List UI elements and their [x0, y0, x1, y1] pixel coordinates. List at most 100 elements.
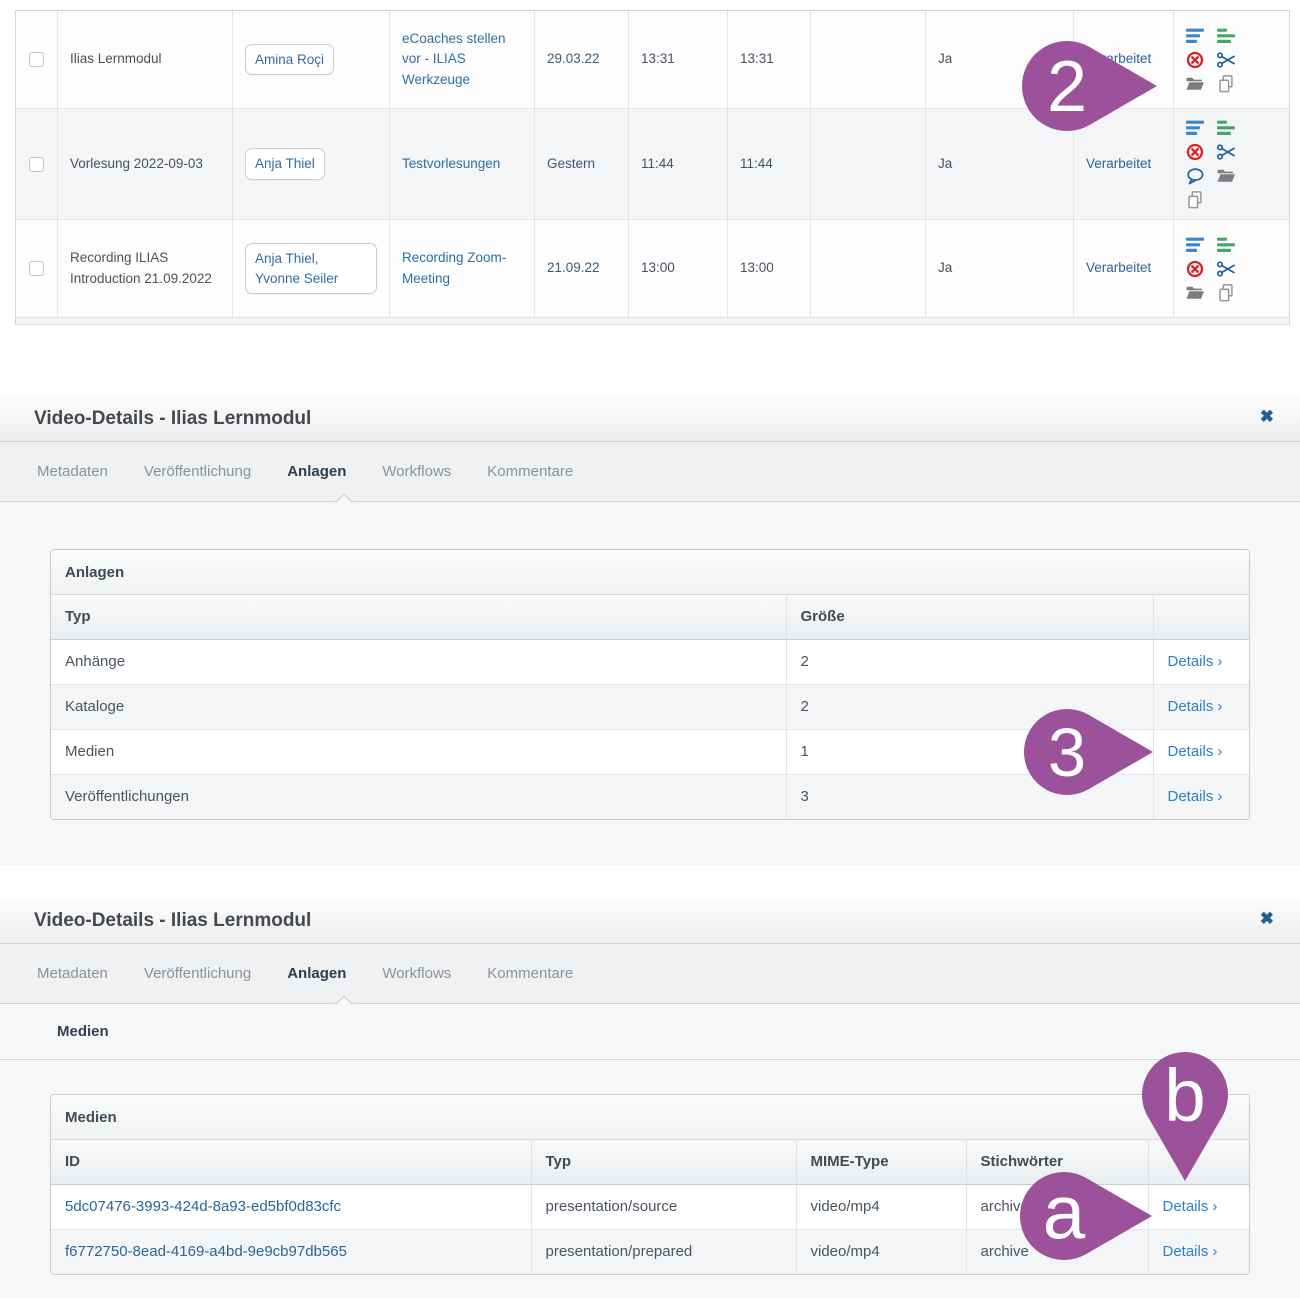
cutoff-row	[16, 318, 1289, 324]
close-icon[interactable]: ✖	[1260, 408, 1274, 425]
tab-veroeffentlichung[interactable]: Veröffentlichung	[126, 442, 269, 501]
row-checkbox-cell	[16, 220, 58, 317]
end-time: 11:44	[728, 109, 811, 219]
published-flag: Ja	[926, 11, 1074, 108]
typ-cell: Veröffentlichungen	[51, 774, 786, 819]
presenter-chip: Anja Thiel, Yvonne Seiler	[245, 243, 377, 294]
presenter-chip: Amina Roçi	[245, 44, 334, 76]
publish-icon[interactable]	[1217, 119, 1235, 137]
tab-kommentare[interactable]: Kommentare	[469, 442, 591, 501]
groesse-cell: 2	[786, 684, 1153, 729]
close-icon[interactable]: ✖	[1260, 910, 1274, 927]
details-link-media-2[interactable]: Details›	[1163, 1243, 1218, 1260]
tab-metadaten[interactable]: Metadaten	[19, 442, 126, 501]
modal-title: Video-Details - Ilias Lernmodul	[34, 910, 311, 932]
folder-icon[interactable]	[1186, 284, 1204, 302]
media-id-link[interactable]: 5dc07476-3993-424d-8a93-ed5bf0d83cfc	[65, 1198, 341, 1215]
cut-icon[interactable]	[1217, 51, 1235, 69]
status-link[interactable]: Verarbeitet	[1086, 154, 1151, 174]
table-row: Vorlesung 2022-09-03 Anja Thiel Testvorl…	[16, 109, 1289, 220]
video-title: Ilias Lernmodul	[58, 11, 233, 108]
presenter-cell: Anja Thiel, Yvonne Seiler	[233, 220, 390, 317]
details-link-kataloge[interactable]: Details›	[1168, 698, 1223, 715]
cut-icon[interactable]	[1217, 143, 1235, 161]
tab-bar: Metadaten Veröffentlichung Anlagen Workf…	[0, 944, 1300, 1004]
status-link[interactable]: Verarbeitet	[1086, 258, 1151, 278]
series-link[interactable]: eCoaches stellen vor - ILIAS Werkzeuge	[402, 29, 522, 90]
copy-icon[interactable]	[1217, 75, 1235, 93]
empty-cell	[811, 11, 926, 108]
publish-icon[interactable]	[1217, 27, 1235, 45]
media-typ-cell: presentation/source	[531, 1184, 796, 1229]
video-title: Recording ILIAS Introduction 21.09.2022	[58, 220, 233, 317]
table-row: Kataloge 2 Details›	[51, 684, 1250, 729]
metadata-icon[interactable]	[1186, 236, 1204, 254]
media-mime-cell: video/mp4	[796, 1184, 966, 1229]
end-time: 13:00	[728, 220, 811, 317]
col-header-mime: MIME-Type	[796, 1140, 966, 1184]
series-cell: Testvorlesungen	[390, 109, 535, 219]
table-row: Anhänge 2 Details›	[51, 639, 1250, 684]
tab-veroeffentlichung[interactable]: Veröffentlichung	[126, 944, 269, 1003]
table-row: 5dc07476-3993-424d-8a93-ed5bf0d83cfc pre…	[51, 1184, 1250, 1229]
tab-workflows[interactable]: Workflows	[364, 442, 469, 501]
end-time: 13:31	[728, 11, 811, 108]
series-cell: Recording Zoom-Meeting	[390, 220, 535, 317]
copy-icon[interactable]	[1217, 284, 1235, 302]
presenter-chip: Anja Thiel	[245, 148, 325, 180]
media-typ-cell: presentation/prepared	[531, 1229, 796, 1274]
details-link-medien[interactable]: Details›	[1168, 743, 1223, 760]
video-title: Vorlesung 2022-09-03	[58, 109, 233, 219]
presenter-cell: Anja Thiel	[233, 109, 390, 219]
row-checkbox[interactable]	[29, 157, 44, 172]
medien-panel: Medien ID Typ MIME-Type Stichwörter 5dc0…	[50, 1094, 1250, 1275]
metadata-icon[interactable]	[1186, 119, 1204, 137]
panel-title: Anlagen	[51, 550, 1249, 595]
chevron-right-icon: ›	[1212, 1243, 1217, 1260]
tab-anlagen[interactable]: Anlagen	[269, 442, 364, 501]
typ-cell: Kataloge	[51, 684, 786, 729]
series-link[interactable]: Testvorlesungen	[402, 154, 500, 174]
tab-workflows[interactable]: Workflows	[364, 944, 469, 1003]
delete-icon[interactable]	[1186, 51, 1204, 69]
folder-icon[interactable]	[1186, 75, 1204, 93]
media-id-link[interactable]: f6772750-8ead-4169-a4bd-9e9cb97db565	[65, 1243, 347, 1260]
col-header-groesse: Größe	[786, 595, 1153, 639]
presenter-cell: Amina Roçi	[233, 11, 390, 108]
publish-icon[interactable]	[1217, 236, 1235, 254]
modal-body: Anlagen Typ Größe Anhänge 2 Details› Kat…	[0, 502, 1300, 865]
table-row: Ilias Lernmodul Amina Roçi eCoaches stel…	[16, 11, 1289, 109]
comment-icon[interactable]	[1186, 167, 1204, 185]
video-date: 21.09.22	[535, 220, 629, 317]
table-row: Veröffentlichungen 3 Details›	[51, 774, 1250, 819]
row-checkbox[interactable]	[29, 261, 44, 276]
tab-metadaten[interactable]: Metadaten	[19, 944, 126, 1003]
details-link-veroeffentlichungen[interactable]: Details›	[1168, 788, 1223, 805]
col-header-actions	[1153, 595, 1250, 639]
details-link-anhaenge[interactable]: Details›	[1168, 653, 1223, 670]
folder-icon[interactable]	[1217, 167, 1235, 185]
delete-icon[interactable]	[1186, 143, 1204, 161]
groesse-cell: 1	[786, 729, 1153, 774]
tab-bar: Metadaten Veröffentlichung Anlagen Workf…	[0, 442, 1300, 502]
metadata-icon[interactable]	[1186, 27, 1204, 45]
start-time: 11:44	[629, 109, 728, 219]
groesse-cell: 2	[786, 639, 1153, 684]
series-link[interactable]: Recording Zoom-Meeting	[402, 248, 522, 289]
breadcrumb: Medien	[0, 1004, 1300, 1060]
tab-kommentare[interactable]: Kommentare	[469, 944, 591, 1003]
details-link-media-1[interactable]: Details›	[1163, 1198, 1218, 1215]
table-row: Medien 1 Details›	[51, 729, 1250, 774]
cut-icon[interactable]	[1217, 260, 1235, 278]
row-checkbox[interactable]	[29, 52, 44, 67]
chevron-right-icon: ›	[1217, 788, 1222, 805]
delete-icon[interactable]	[1186, 260, 1204, 278]
col-header-id: ID	[51, 1140, 531, 1184]
status-link[interactable]: Verarbeitet	[1086, 49, 1151, 69]
actions-cell	[1174, 220, 1290, 317]
status-cell: Verarbeitet	[1074, 109, 1174, 219]
empty-cell	[811, 109, 926, 219]
copy-icon[interactable]	[1186, 191, 1204, 209]
col-header-actions	[1148, 1140, 1250, 1184]
tab-anlagen[interactable]: Anlagen	[269, 944, 364, 1003]
